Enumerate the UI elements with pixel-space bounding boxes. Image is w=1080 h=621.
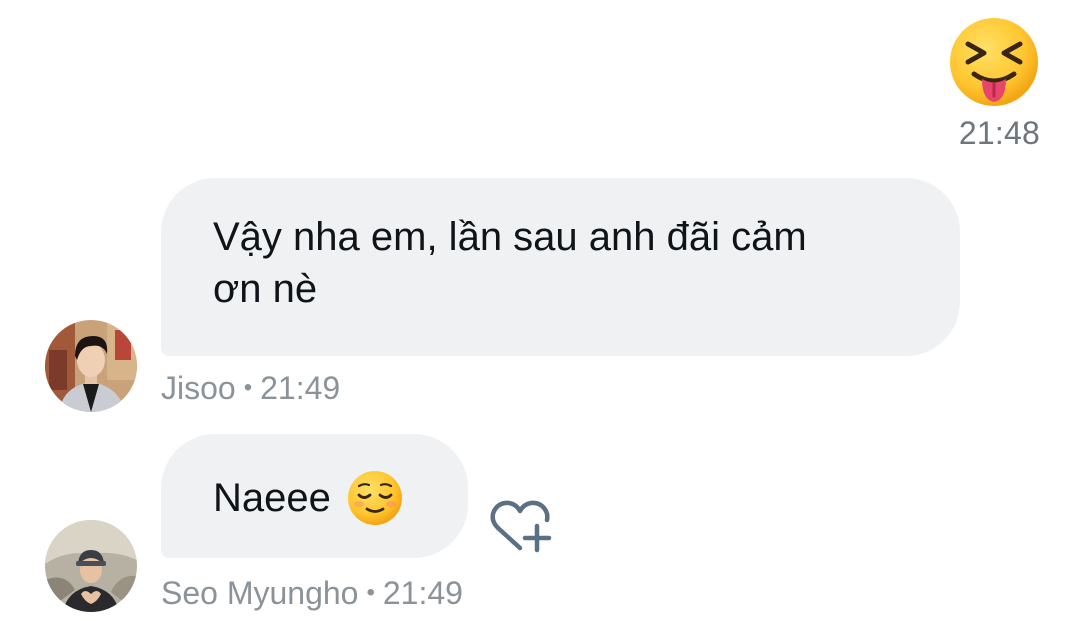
sender-name[interactable]: Jisoo [161, 370, 236, 406]
message-meta: Jisoo • 21:49 [161, 370, 340, 407]
message-time: 21:49 [382, 575, 463, 611]
squinting-tongue-emoji-icon [950, 18, 1038, 106]
sent-message-time: 21:48 [958, 115, 1040, 151]
meta-separator: • [243, 374, 253, 401]
relieved-face-emoji-icon [347, 471, 402, 525]
jisoo-avatar-image [45, 320, 137, 412]
heart-plus-icon [490, 500, 552, 553]
sender-name[interactable]: Seo Myungho [161, 575, 358, 611]
avatar-seo-myungho[interactable] [45, 520, 137, 612]
message-text-line: Vậy nha em, lần sau anh đãi cảm [213, 215, 807, 259]
meta-separator: • [366, 579, 375, 606]
avatar-jisoo[interactable] [45, 320, 137, 412]
message-time: 21:49 [260, 370, 341, 406]
message-text: Naeee [213, 476, 331, 520]
sent-emoji-message[interactable] [948, 16, 1040, 108]
message-bubble[interactable]: Vậy nha em, lần sau anh đãi cảm ơn nè [161, 178, 960, 356]
message-text-line: ơn nè [213, 267, 318, 311]
message-meta: Seo Myungho • 21:49 [161, 575, 463, 612]
seo-myungho-avatar-image [45, 520, 137, 612]
message-bubble[interactable]: Naeee [161, 434, 468, 558]
add-reaction-button[interactable] [488, 498, 554, 558]
